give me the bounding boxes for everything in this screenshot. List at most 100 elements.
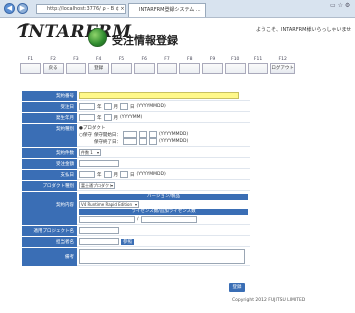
version-select[interactable]: V4 Runtime Rapid Edition	[79, 201, 139, 208]
fkey-label: F1	[27, 57, 34, 62]
ym-row: 発生年月 年 月 (YYYYMM)	[22, 113, 250, 124]
remarks-textarea[interactable]	[79, 249, 245, 264]
day-unit: 日	[130, 172, 135, 178]
welcome-message: ようこそ、INTARFRM様いらっしゃいませ	[256, 27, 352, 33]
tab-title: INTARFRM登録システム ...	[139, 7, 201, 13]
year-unit: 年	[97, 115, 102, 121]
additional-license-input[interactable]	[140, 216, 197, 223]
date-format-hint: (YYYYMMDD)	[158, 132, 189, 137]
window-controls[interactable]: ▭ ☆ ⚙	[330, 2, 350, 9]
contract-count-row: 契約件数 件数 1	[22, 148, 250, 159]
fkey-label: F2	[50, 57, 56, 62]
year-unit: 年	[97, 104, 102, 110]
fkey-label: F8	[187, 57, 193, 62]
payment-date-row: 支払日 年 月 日 (YYYYMMDD)	[22, 170, 250, 181]
fkey-9: F9	[202, 56, 223, 78]
register-button[interactable]: 登録	[88, 63, 110, 74]
license-count-input[interactable]	[79, 216, 135, 223]
payment-date-label: 支払日	[22, 170, 77, 180]
fkey-4: F4 登録	[88, 56, 110, 78]
fkey-12: F12 ログアウト	[270, 56, 295, 78]
maint-end-month[interactable]	[139, 138, 147, 145]
contract-no-label: 契約番号	[22, 91, 77, 101]
maint-end-year[interactable]	[123, 138, 137, 145]
date-format-hint: (YYYYMMDD)	[136, 172, 166, 177]
fkey-6: F6	[133, 56, 155, 78]
fkey-1: F1	[20, 56, 41, 78]
ym-month-input[interactable]	[103, 114, 112, 121]
fkey-button[interactable]	[224, 63, 246, 74]
user-company-label: 適用プロジェクト名	[22, 226, 77, 236]
fkey-button[interactable]	[156, 63, 178, 74]
maint-start-label: 保守開始日：	[93, 132, 121, 138]
order-form: 契約番号 受注日 年 月 日 (YYYYMMDD) 発生年月 年 月 (YYYY…	[22, 91, 250, 267]
fkey-button[interactable]	[133, 63, 155, 74]
order-day-input[interactable]	[120, 103, 128, 110]
pay-month-input[interactable]	[103, 171, 112, 178]
date-format-hint: (YYYYMMDD)	[136, 104, 166, 109]
fkey-2: F2 戻る	[42, 56, 64, 78]
ym-label: 発生年月	[22, 113, 77, 123]
order-year-input[interactable]	[79, 103, 95, 110]
copyright: Copyright 2012 FUJITSU LIMITED	[232, 298, 306, 303]
year-unit: 年	[97, 172, 102, 178]
month-unit: 月	[113, 115, 119, 121]
back-icon[interactable]: ◀	[4, 3, 15, 14]
month-unit: 月	[113, 172, 119, 178]
user-company-row: 適用プロジェクト名	[22, 226, 250, 237]
person-label: 担当者名	[22, 237, 77, 247]
reference-button[interactable]: 参照	[121, 238, 134, 245]
product-type-row: プロダクト種別 富士通プロダクト	[22, 181, 250, 192]
ym-format-hint: (YYYYMM)	[120, 115, 143, 120]
fkey-button[interactable]	[247, 63, 269, 74]
product-type-select[interactable]: 富士通プロダクト	[79, 182, 115, 189]
contract-type-label: 契約種別	[22, 124, 77, 147]
order-date-row: 受注日 年 月 日 (YYYYMMDD)	[22, 102, 250, 113]
fkey-label: F4	[95, 57, 102, 62]
order-amount-input[interactable]	[79, 160, 119, 167]
page-title: 受注情報登録	[112, 34, 178, 47]
date-format-hint: (YYYYMMDD)	[159, 139, 189, 144]
fkey-label: F7	[164, 57, 170, 62]
user-company-input[interactable]	[79, 227, 119, 234]
fkey-button[interactable]	[20, 63, 41, 74]
logout-button[interactable]: ログアウト	[270, 63, 295, 74]
function-key-bar: F1 F2 戻る F3 F4 登録 F5 F6 F7 F8 F9 F10 F11 F…	[20, 56, 295, 78]
order-month-input[interactable]	[103, 103, 112, 110]
person-input[interactable]	[79, 238, 119, 245]
maintenance-radio[interactable]: ○保守	[79, 132, 92, 138]
pay-day-input[interactable]	[120, 171, 128, 178]
fkey-button[interactable]	[65, 63, 87, 74]
contract-no-input[interactable]	[79, 92, 239, 99]
month-unit: 月	[113, 104, 119, 110]
license-separator: /	[137, 217, 139, 222]
fkey-button[interactable]	[111, 63, 132, 74]
save-button[interactable]: 登録	[229, 283, 245, 292]
fkey-button[interactable]	[202, 63, 223, 74]
globe-icon	[88, 28, 107, 47]
browser-chrome: ◀ ▶ http://localhost:3776/ ρ - B ¢ × INT…	[0, 0, 355, 18]
pay-year-input[interactable]	[79, 171, 95, 178]
maint-end-label: 保守終了日：	[94, 139, 121, 145]
maint-start-day[interactable]	[148, 131, 157, 138]
contract-no-row: 契約番号	[22, 91, 250, 102]
address-bar[interactable]: http://localhost:3776/ ρ - B ¢ ×	[36, 4, 126, 14]
fkey-label: F3	[73, 57, 79, 62]
maint-start-year[interactable]	[122, 131, 137, 138]
person-row: 担当者名 参照	[22, 237, 250, 248]
version-header: バージョン/製品	[79, 194, 248, 200]
forward-icon[interactable]: ▶	[17, 3, 28, 14]
maint-start-month[interactable]	[138, 131, 147, 138]
contract-count-select[interactable]: 件数 1	[79, 149, 101, 156]
maint-end-day[interactable]	[149, 138, 157, 145]
fkey-button[interactable]	[179, 63, 201, 74]
fkey-label: F6	[141, 57, 147, 62]
fkey-11: F11	[247, 56, 269, 78]
day-unit: 日	[130, 104, 135, 110]
browser-tab[interactable]: INTARFRM登録システム ...	[128, 3, 206, 17]
ym-year-input[interactable]	[79, 114, 95, 121]
address-text: http://localhost:3776/	[47, 6, 101, 12]
fkey-5: F5	[111, 56, 132, 78]
fkey-label: F12	[278, 57, 287, 62]
back-button[interactable]: 戻る	[42, 63, 64, 74]
